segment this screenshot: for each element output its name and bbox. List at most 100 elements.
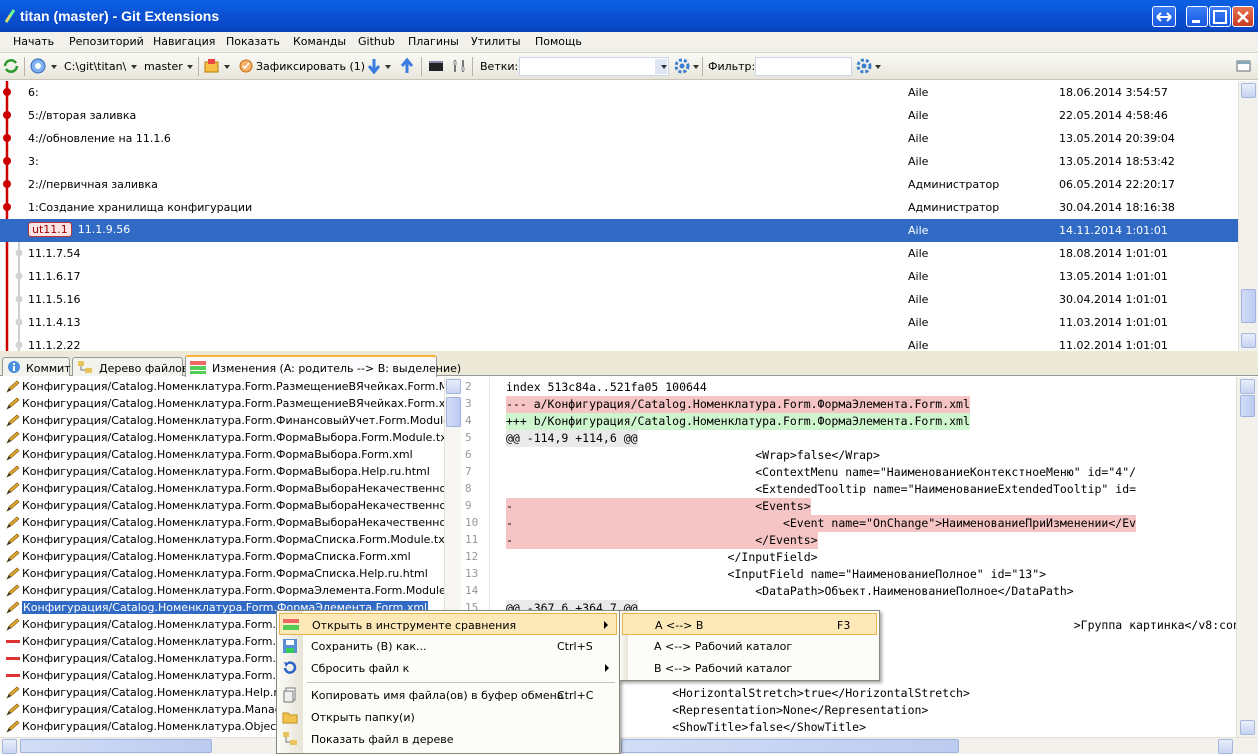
file-row[interactable]: Конфигурация/Catalog.Номенклатура.Form.Ф… [0, 514, 445, 531]
menu-item-show-in-tree[interactable]: Показать файл в дереве [279, 728, 617, 750]
file-row[interactable]: Конфигурация/Catalog.Номенклатура.Form.Ф… [0, 548, 445, 565]
menu-item-open-difftool[interactable]: Открыть в инструменте сравнения [279, 613, 617, 635]
maximize-icon [1213, 10, 1227, 24]
close-button[interactable] [1232, 6, 1254, 27]
menu-item-open-folder[interactable]: Открыть папку(и) [279, 706, 617, 728]
modified-file-icon [6, 397, 20, 410]
minimize-button[interactable] [1186, 6, 1208, 27]
tab-commit[interactable]: Коммит [2, 357, 71, 376]
maximize-button[interactable] [1209, 6, 1231, 27]
commit-row[interactable]: 4://обновление на 11.1.6 Aile 13.05.2014 2… [0, 127, 1238, 150]
scroll-down-button[interactable] [1240, 720, 1255, 735]
filter-input[interactable] [755, 57, 852, 76]
commit-row[interactable]: 6: Aile 18.06.2014 3:54:57 [0, 81, 1238, 104]
menu-item-reset-file[interactable]: Сбросить файл к [279, 657, 617, 679]
file-row[interactable]: Конфигурация/Catalog.Номенклатура.Form.Ф… [0, 429, 445, 446]
chevron-down-icon[interactable] [385, 65, 391, 69]
file-row[interactable]: Конфигурация/Catalog.Номенклатура.Form.Ф… [0, 497, 445, 514]
commit-grid[interactable]: 6: Aile 18.06.2014 3:54:57 5://вторая зали… [0, 81, 1238, 351]
info-icon [8, 361, 20, 373]
file-row[interactable]: Конфигурация/Catalog.Номенклатура.Form.Р… [0, 378, 445, 395]
line-number: 2 [465, 380, 472, 393]
chevron-down-icon[interactable] [131, 65, 137, 69]
layout-toggle-icon[interactable] [1236, 57, 1252, 75]
scroll-up-button[interactable] [1240, 379, 1255, 394]
scroll-thumb[interactable] [446, 397, 461, 427]
modified-file-icon [6, 380, 20, 393]
commit-row[interactable]: 11.1.6.17 Aile 13.05.2014 1:01:01 [0, 265, 1238, 288]
commit-row[interactable]: 11.1.4.13 Aile 11.03.2014 1:01:01 [0, 311, 1238, 334]
tree-icon [283, 732, 297, 745]
menu-github[interactable]: Github [358, 35, 395, 48]
chevron-down-icon[interactable] [224, 65, 230, 69]
submenu-item-a-b[interactable]: A <--> B F3 [622, 613, 877, 635]
deleted-file-icon [6, 657, 20, 660]
diff-line-text: </InputField> [506, 550, 818, 564]
scroll-thumb[interactable] [20, 739, 212, 753]
scroll-down-button[interactable] [1241, 333, 1256, 348]
file-row[interactable]: Конфигурация/Catalog.Номенклатура.Form.Ф… [0, 565, 445, 582]
diff-scrollbar[interactable] [1236, 377, 1258, 737]
submenu-item-b-working[interactable]: B <--> Рабочий каталог [622, 657, 877, 679]
commit-grid-scrollbar[interactable] [1238, 81, 1258, 351]
tab-file-tree[interactable]: Дерево файлов [72, 357, 188, 376]
console-icon[interactable] [428, 57, 444, 75]
commit-row[interactable]: 11.1.7.54 Aile 18.08.2014 1:01:01 [0, 242, 1238, 265]
push-icon[interactable] [400, 57, 414, 75]
submenu-item-a-working[interactable]: A <--> Рабочий каталог [622, 635, 877, 657]
modified-file-icon [6, 703, 20, 716]
chevron-down-icon[interactable] [51, 65, 57, 69]
commit-icon[interactable] [238, 57, 254, 75]
branch-selector[interactable]: master [144, 60, 183, 73]
line-number: 8 [465, 482, 472, 495]
file-row[interactable]: Конфигурация/Catalog.Номенклатура.Form.Ф… [0, 582, 445, 599]
gear-icon[interactable] [673, 57, 691, 75]
repo-path[interactable]: C:\git\titan\ [64, 60, 126, 73]
menu-item-save-as[interactable]: Сохранить (B) как... Ctrl+S [279, 635, 617, 657]
commit-row-selected[interactable]: ut11.1 11.1.9.56 Aile 14.11.2014 1:01:01 [0, 219, 1238, 242]
commit-row[interactable]: 11.1.2.22 Aile 11.02.2014 1:01:01 [0, 334, 1238, 351]
menu-view[interactable]: Показать [226, 35, 280, 48]
scroll-thumb[interactable] [621, 739, 959, 753]
file-row[interactable]: Конфигурация/Catalog.Номенклатура.Form.Ф… [0, 480, 445, 497]
sync-window-button[interactable] [1152, 6, 1176, 27]
stash-icon[interactable] [203, 57, 221, 75]
settings-tools-icon[interactable] [451, 57, 467, 75]
menu-commands[interactable]: Команды [293, 35, 346, 48]
commit-row[interactable]: 3: Aile 13.05.2014 18:53:42 [0, 150, 1238, 173]
menu-help[interactable]: Помощь [535, 35, 582, 48]
file-row[interactable]: Конфигурация/Catalog.Номенклатура.Form.Ф… [0, 531, 445, 548]
menu-start[interactable]: Начать [13, 35, 54, 48]
tab-changes[interactable]: Изменения (A: родитель --> B: выделение) [185, 355, 461, 377]
menu-repository[interactable]: Репозиторий [69, 35, 144, 48]
refresh-icon[interactable] [2, 57, 20, 75]
scroll-left-button[interactable] [2, 739, 17, 754]
commit-row[interactable]: 1:Создание хранилища конфигурации Админис… [0, 196, 1238, 219]
menu-navigation[interactable]: Навигация [153, 35, 215, 48]
chevron-down-icon[interactable] [875, 65, 881, 69]
modified-file-icon [6, 550, 20, 563]
pull-icon[interactable] [367, 57, 381, 75]
commit-row[interactable]: 5://вторая заливка Aile 22.05.2014 4:58:46 [0, 104, 1238, 127]
repository-home-icon[interactable] [29, 57, 47, 75]
file-row[interactable]: Конфигурация/Catalog.Номенклатура.Form.Ф… [0, 463, 445, 480]
commit-row[interactable]: 2://первичная заливка Администратор 06.05.… [0, 173, 1238, 196]
diff-line-text: <ContextMenu name="НаименованиеКонтекстн… [506, 465, 1137, 479]
menu-plugins[interactable]: Плагины [408, 35, 459, 48]
file-row[interactable]: Конфигурация/Catalog.Номенклатура.Form.Ф… [0, 412, 445, 429]
scroll-right-button[interactable] [1218, 739, 1233, 754]
scroll-up-button[interactable] [1241, 83, 1256, 98]
file-row[interactable]: Конфигурация/Catalog.Номенклатура.Form.Ф… [0, 446, 445, 463]
chevron-down-icon[interactable] [693, 65, 699, 69]
scroll-thumb[interactable] [1240, 395, 1255, 417]
branches-combo[interactable] [519, 57, 669, 76]
commit-button[interactable]: Зафиксировать (1) [256, 60, 365, 73]
scroll-up-button[interactable] [446, 379, 461, 394]
commit-row[interactable]: 11.1.5.16 Aile 30.04.2014 1:01:01 [0, 288, 1238, 311]
gear-icon[interactable] [855, 57, 873, 75]
file-row[interactable]: Конфигурация/Catalog.Номенклатура.Form.Р… [0, 395, 445, 412]
scroll-thumb[interactable] [1241, 289, 1256, 323]
menu-tools[interactable]: Утилиты [471, 35, 521, 48]
menu-item-copy-filename[interactable]: Копировать имя файла(ов) в буфер обмена … [279, 684, 617, 706]
chevron-down-icon[interactable] [187, 65, 193, 69]
